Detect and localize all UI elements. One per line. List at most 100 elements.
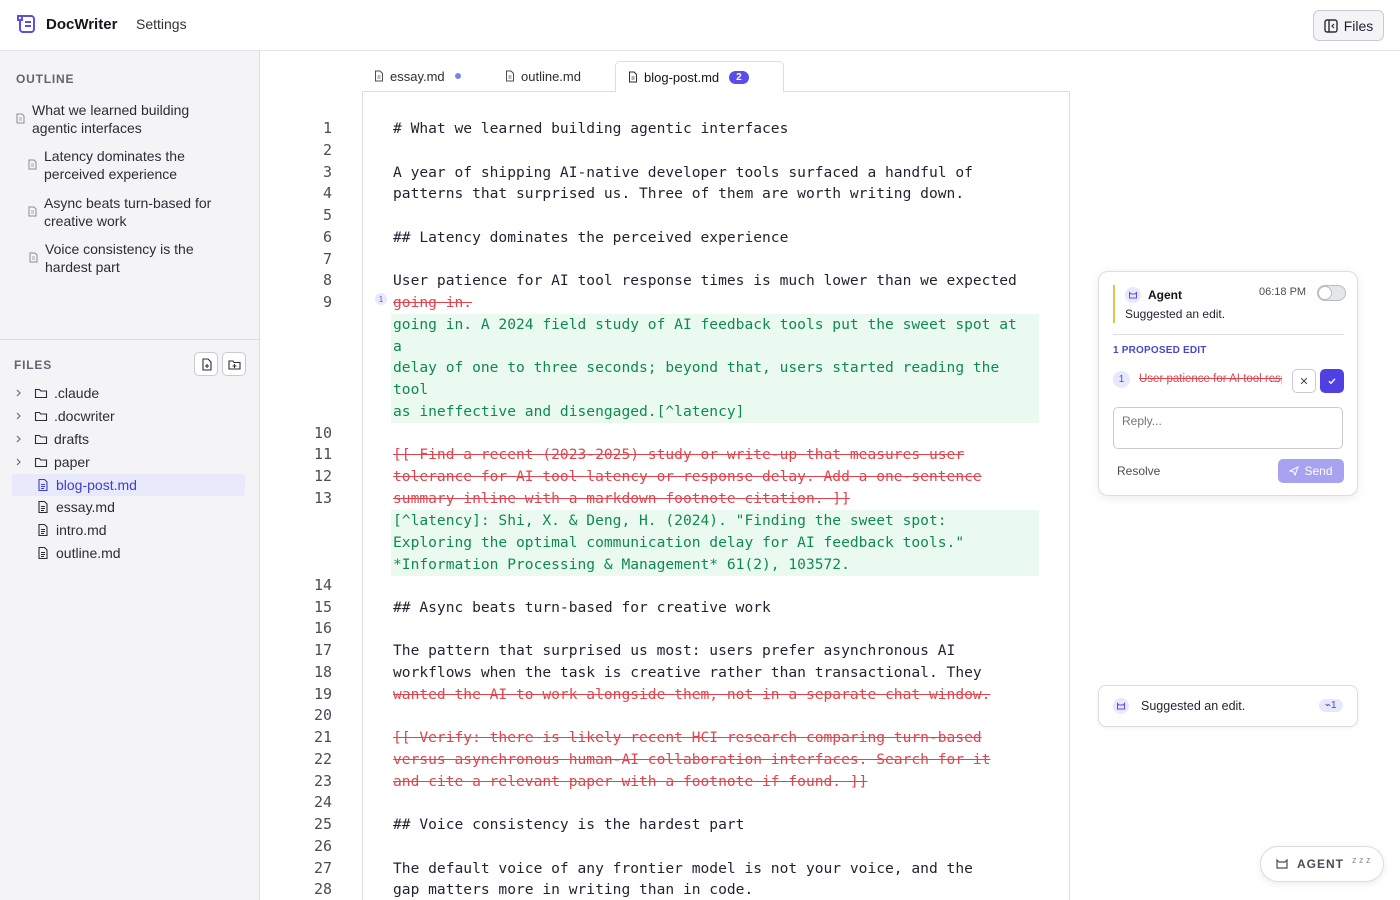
line-number: 14 <box>313 576 332 594</box>
line-number: 21 <box>313 728 332 746</box>
send-icon <box>1289 466 1300 476</box>
folder-icon <box>34 434 48 445</box>
file-icon <box>38 546 48 560</box>
folder-docwriter[interactable]: .docwriter <box>12 405 245 427</box>
added-line: [^latency]: Shi, X. & Deng, H. (2024). "… <box>393 512 947 529</box>
new-file-icon <box>201 357 212 371</box>
file-label: outline.md <box>56 545 121 561</box>
agent-bot-icon <box>1129 291 1137 299</box>
tab-essay[interactable]: essay.md <box>362 61 492 91</box>
suggestion-card[interactable]: Suggested an edit. ⌁1 <box>1098 685 1358 727</box>
check-icon <box>1328 378 1336 385</box>
added-line: tool <box>393 381 429 398</box>
folder-label: paper <box>54 454 90 470</box>
tab-label: outline.md <box>521 68 581 84</box>
deleted-line: [[ Find a recent (2023-2025) study or wr… <box>393 446 965 463</box>
outline-item-label: Async beats turn-based for creative work <box>44 195 212 229</box>
line-number: 26 <box>313 837 332 855</box>
agent-status-button[interactable]: AGENT z z z <box>1260 846 1384 882</box>
folder-claude[interactable]: .claude <box>12 382 245 404</box>
outline-item-async[interactable]: Async beats turn-based for creative work <box>28 194 234 230</box>
files-toggle-button[interactable]: Files <box>1313 10 1384 41</box>
sidebar: OUTLINE What we learned building agentic… <box>0 51 260 900</box>
outline-item-voice[interactable]: Voice consistency is the hardest part <box>29 240 225 276</box>
agent-bot-icon <box>1117 702 1125 710</box>
outline-item-label: Latency dominates the perceived experien… <box>44 148 185 182</box>
folder-icon <box>34 411 48 422</box>
folder-label: .docwriter <box>54 408 115 424</box>
files-title: FILES <box>14 358 53 372</box>
added-line: Exploring the optimal communication dela… <box>393 534 965 551</box>
tab-outline[interactable]: outline.md <box>493 61 613 91</box>
chevron-right-icon <box>16 389 21 397</box>
line-number: 11 <box>313 445 332 463</box>
document-icon <box>16 113 25 124</box>
outline-item-latency[interactable]: Latency dominates the perceived experien… <box>28 147 224 183</box>
app-name: DocWriter <box>46 16 118 33</box>
chevron-right-icon <box>16 412 21 420</box>
line-number: 19 <box>313 685 332 703</box>
outline-item-title[interactable]: What we learned building agentic interfa… <box>16 101 222 137</box>
agent-toggle[interactable] <box>1317 285 1346 301</box>
file-blog-post[interactable]: blog-post.md <box>12 474 245 496</box>
line-number: 24 <box>313 793 332 811</box>
folder-label: .claude <box>54 385 100 401</box>
folder-label: drafts <box>54 431 90 447</box>
tab-label: essay.md <box>390 68 445 84</box>
agent-timestamp: 06:18 PM <box>1259 286 1307 298</box>
resolve-button[interactable]: Resolve <box>1117 464 1160 478</box>
code-line: workflows when the task is creative rath… <box>393 664 982 681</box>
chevron-right-icon <box>16 435 21 443</box>
top-bar: DocWriter Settings Files <box>0 0 1400 51</box>
file-icon <box>375 70 383 82</box>
code-line: patterns that surprised us. Three of the… <box>393 185 965 202</box>
file-essay[interactable]: essay.md <box>12 496 245 518</box>
folder-drafts[interactable]: drafts <box>12 428 245 450</box>
added-line: a <box>393 338 402 355</box>
send-label: Send <box>1304 464 1333 478</box>
settings-link[interactable]: Settings <box>136 16 187 32</box>
outline-item-label: Voice consistency is the hardest part <box>45 241 194 275</box>
line-number: 18 <box>313 663 332 681</box>
deleted-line: [[ Verify: there is likely recent HCI re… <box>393 729 982 746</box>
line-number: 20 <box>313 706 332 724</box>
edit-marker[interactable]: 1 <box>375 293 387 305</box>
file-icon <box>629 71 637 83</box>
line-number: 17 <box>313 641 332 659</box>
file-label: intro.md <box>56 522 107 538</box>
sidebar-divider <box>0 339 259 340</box>
line-number: 2 <box>322 141 332 159</box>
send-button[interactable]: Send <box>1278 459 1344 483</box>
new-file-button[interactable] <box>194 352 218 376</box>
new-folder-button[interactable] <box>222 352 246 376</box>
line-number: 13 <box>313 489 332 507</box>
document-icon <box>28 206 37 217</box>
agent-bot-icon <box>1276 858 1288 869</box>
file-icon <box>38 478 48 492</box>
line-number: 12 <box>313 467 332 485</box>
tab-blog-post[interactable]: blog-post.md 2 <box>615 61 784 92</box>
line-number: 15 <box>313 598 332 616</box>
added-line: *Information Processing & Management* 61… <box>393 556 850 573</box>
code-line: gap matters more in writing than in code… <box>393 881 754 898</box>
suggestion-count: 1 <box>1331 700 1337 711</box>
code-line: ## Latency dominates the perceived exper… <box>393 229 789 246</box>
agent-sleep-status: z z z <box>1352 855 1371 865</box>
files-button-label: Files <box>1343 17 1374 34</box>
accept-edit-button[interactable] <box>1320 369 1344 393</box>
reply-input[interactable] <box>1113 407 1343 449</box>
outline-item-label: What we learned building agentic interfa… <box>32 102 190 136</box>
document-icon <box>28 159 37 170</box>
line-number: 27 <box>313 859 332 877</box>
unsaved-dot-icon <box>454 73 461 79</box>
docwriter-logo-icon <box>17 15 35 33</box>
deleted-line: tolerance for AI tool latency or respons… <box>393 468 982 485</box>
reject-edit-button[interactable]: ✕ <box>1292 369 1316 393</box>
file-outline[interactable]: outline.md <box>12 542 245 564</box>
line-number: 8 <box>322 271 332 289</box>
document-icon <box>29 252 38 263</box>
folder-paper[interactable]: paper <box>12 451 245 473</box>
edit-preview[interactable]: User patience for AI tool response times <box>1139 373 1282 385</box>
file-intro[interactable]: intro.md <box>12 519 245 541</box>
added-line: delay of one to three seconds; beyond th… <box>393 359 1000 376</box>
